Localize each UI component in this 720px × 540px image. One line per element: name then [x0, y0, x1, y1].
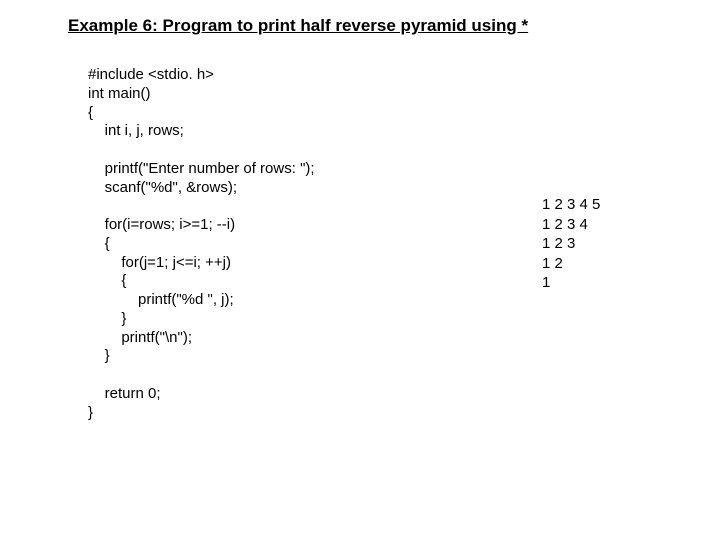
- code-line: #include <stdio. h>: [88, 66, 214, 83]
- code-line: return 0;: [88, 385, 161, 402]
- code-line: }: [88, 310, 126, 327]
- code-line: printf("\n");: [88, 329, 192, 346]
- code-line: }: [88, 404, 93, 421]
- output-line: 1 2 3 4 5: [542, 196, 600, 213]
- output-line: 1 2 3 4: [542, 216, 588, 233]
- output-line: 1: [542, 274, 550, 291]
- page-title: Example 6: Program to print half reverse…: [68, 16, 528, 36]
- code-line: int main(): [88, 85, 151, 102]
- code-line: printf("Enter number of rows: ");: [88, 160, 315, 177]
- output-block: 1 2 3 4 5 1 2 3 4 1 2 3 1 2 1: [542, 195, 600, 293]
- code-line: {: [88, 104, 93, 121]
- code-block: #include <stdio. h> int main() { int i, …: [88, 66, 315, 422]
- output-line: 1 2 3: [542, 235, 575, 252]
- code-line: }: [88, 347, 110, 364]
- code-line: scanf("%d", &rows);: [88, 179, 237, 196]
- code-line: for(i=rows; i>=1; --i): [88, 216, 235, 233]
- code-line: for(j=1; j<=i; ++j): [88, 254, 231, 271]
- output-line: 1 2: [542, 255, 563, 272]
- code-line: {: [88, 235, 110, 252]
- code-line: {: [88, 272, 126, 289]
- code-line: int i, j, rows;: [88, 122, 184, 139]
- code-line: printf("%d ", j);: [88, 291, 234, 308]
